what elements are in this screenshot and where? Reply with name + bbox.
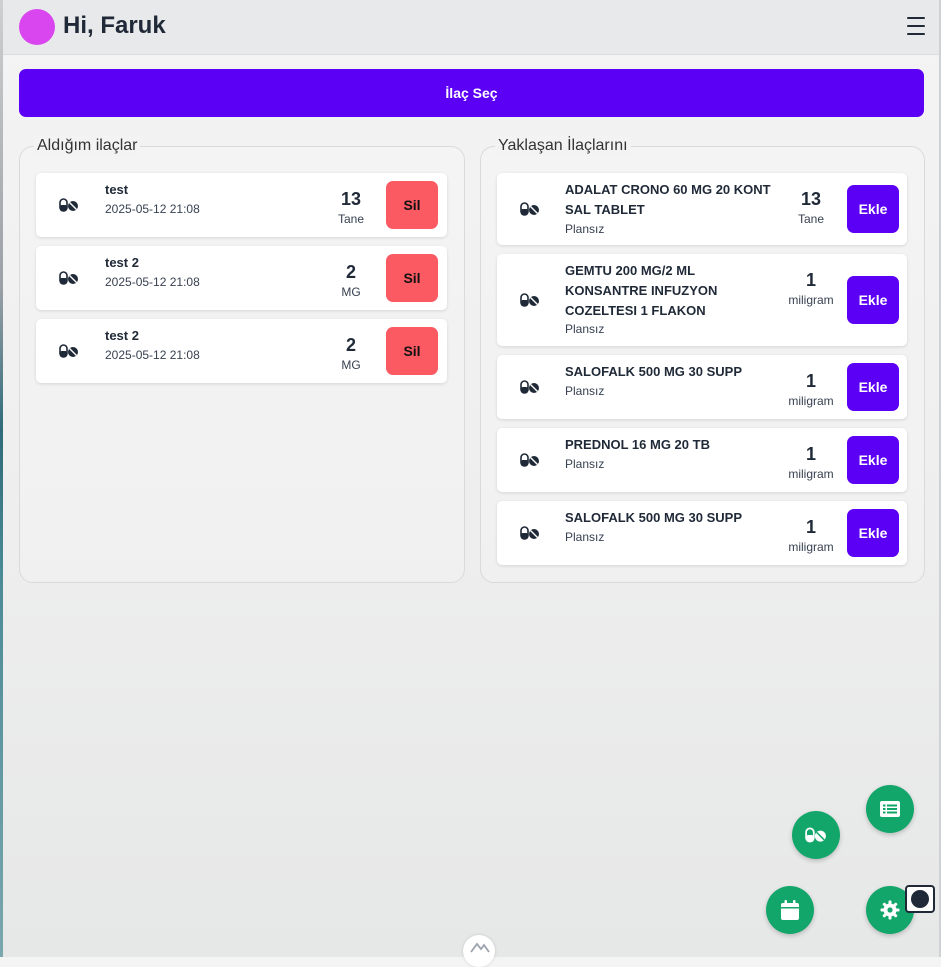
quantity-unit: Tane — [797, 212, 825, 226]
quantity-unit: miligram — [788, 394, 834, 408]
medicine-name: SALOFALK 500 MG 30 SUPP — [565, 508, 742, 528]
toggle-dot-icon — [911, 890, 929, 908]
medicine-name-line: ADALAT CRONO 60 MG 20 KONT — [565, 182, 771, 197]
pills-icon — [520, 526, 539, 540]
calendar-icon — [781, 900, 799, 920]
gear-icon — [880, 900, 900, 920]
delete-button[interactable]: Sil — [386, 327, 438, 375]
add-button[interactable]: Ekle — [847, 436, 899, 484]
quantity-unit: miligram — [788, 540, 834, 554]
medicine-name-line: PREDNOL 16 MG 20 TB — [565, 437, 710, 452]
quantity-value: 1 — [805, 517, 816, 537]
pills-icon — [520, 202, 539, 216]
medicine-plan: Plansız — [565, 222, 605, 236]
quantity: 1 miligram — [783, 270, 839, 307]
pills-icon — [59, 344, 78, 358]
medicine-plan: Plansız — [565, 457, 605, 471]
medicine-name: test 2 — [105, 255, 139, 270]
calendar-fab-button[interactable] — [766, 886, 814, 934]
fab-toggle-button[interactable] — [905, 885, 935, 913]
quantity-unit: Tane — [337, 212, 365, 226]
medicine-name-line: SALOFALK 500 MG 30 SUPP — [565, 364, 742, 379]
list-item: ADALAT CRONO 60 MG 20 KONT SAL TABLET Pl… — [497, 173, 907, 245]
medicine-plan: Plansız — [565, 530, 605, 544]
quantity-value: 13 — [340, 189, 362, 209]
medicine-datetime: 2025-05-12 21:08 — [105, 202, 200, 216]
app-header: Hi, Faruk — [3, 0, 939, 55]
list-item: SALOFALK 500 MG 30 SUPP Plansız 1 miligr… — [497, 355, 907, 419]
delete-button[interactable]: Sil — [386, 181, 438, 229]
quantity-value: 2 — [345, 335, 356, 355]
mountain-logo-icon — [470, 942, 490, 953]
pills-icon — [59, 198, 78, 212]
quantity-unit: miligram — [788, 467, 834, 481]
medicine-name: test 2 — [105, 328, 139, 343]
pills-icon — [59, 271, 78, 285]
taken-medicines-title: Aldığım ilaçlar — [34, 136, 141, 156]
list-item: test 2 2025-05-12 21:08 2 MG Sil — [36, 246, 447, 310]
quantity: 1 miligram — [783, 371, 839, 408]
medicine-datetime: 2025-05-12 21:08 — [105, 348, 200, 362]
pills-fab-button[interactable] — [792, 811, 840, 859]
list-item: SALOFALK 500 MG 30 SUPP Plansız 1 miligr… — [497, 501, 907, 565]
quantity-value: 2 — [345, 262, 356, 282]
upcoming-medicines-title: Yaklaşan İlaçlarını — [495, 136, 631, 156]
list-item: test 2 2025-05-12 21:08 2 MG Sil — [36, 319, 447, 383]
quantity-unit: MG — [341, 358, 361, 372]
app-logo[interactable] — [463, 935, 495, 967]
add-button[interactable]: Ekle — [847, 363, 899, 411]
quantity: 1 miligram — [783, 517, 839, 554]
medicine-name-line: SALOFALK 500 MG 30 SUPP — [565, 510, 742, 525]
medicine-name: GEMTU 200 MG/2 ML KONSANTRE INFUZYON COZ… — [565, 261, 717, 321]
medicine-name-line: COZELTESI 1 FLAKON — [565, 303, 706, 318]
medicine-name-line: GEMTU 200 MG/2 ML — [565, 263, 696, 278]
avatar[interactable] — [19, 9, 55, 45]
delete-button[interactable]: Sil — [386, 254, 438, 302]
quantity: 2 MG — [331, 262, 371, 299]
taken-medicines-panel: Aldığım ilaçlar test 2025-05-12 21:08 13… — [19, 136, 465, 583]
quantity-value: 13 — [800, 189, 822, 209]
medicine-name: ADALAT CRONO 60 MG 20 KONT SAL TABLET — [565, 180, 771, 220]
add-button[interactable]: Ekle — [847, 276, 899, 324]
list-item: GEMTU 200 MG/2 ML KONSANTRE INFUZYON COZ… — [497, 254, 907, 346]
add-button[interactable]: Ekle — [847, 185, 899, 233]
list-icon — [880, 801, 900, 817]
quantity: 13 Tane — [331, 189, 371, 226]
add-button[interactable]: Ekle — [847, 509, 899, 557]
list-item: test 2025-05-12 21:08 13 Tane Sil — [36, 173, 447, 237]
select-medicine-button[interactable]: İlaç Seç — [19, 69, 924, 117]
pills-icon — [520, 380, 539, 394]
medicine-plan: Plansız — [565, 384, 605, 398]
medicine-datetime: 2025-05-12 21:08 — [105, 275, 200, 289]
upcoming-medicines-panel: Yaklaşan İlaçlarını ADALAT CRONO 60 MG 2… — [480, 136, 925, 583]
pills-icon — [805, 827, 826, 843]
list-fab-button[interactable] — [866, 785, 914, 833]
quantity: 2 MG — [331, 335, 371, 372]
medicine-name: test — [105, 182, 129, 197]
medicine-name: SALOFALK 500 MG 30 SUPP — [565, 362, 742, 382]
background-edge — [0, 0, 3, 957]
quantity: 1 miligram — [783, 444, 839, 481]
hamburger-menu-icon[interactable] — [907, 17, 925, 35]
quantity-value: 1 — [805, 270, 816, 290]
quantity-unit: miligram — [788, 293, 834, 307]
medicine-name-line: KONSANTRE INFUZYON — [565, 283, 718, 298]
greeting-title: Hi, Faruk — [63, 12, 166, 39]
quantity-value: 1 — [805, 444, 816, 464]
pills-icon — [520, 453, 539, 467]
quantity-value: 1 — [805, 371, 816, 391]
list-item: PREDNOL 16 MG 20 TB Plansız 1 miligram E… — [497, 428, 907, 492]
medicine-name: PREDNOL 16 MG 20 TB — [565, 435, 710, 455]
pills-icon — [520, 293, 539, 307]
medicine-name-line: SAL TABLET — [565, 202, 645, 217]
medicine-plan: Plansız — [565, 322, 605, 336]
quantity-unit: MG — [341, 285, 361, 299]
quantity: 13 Tane — [787, 189, 835, 226]
